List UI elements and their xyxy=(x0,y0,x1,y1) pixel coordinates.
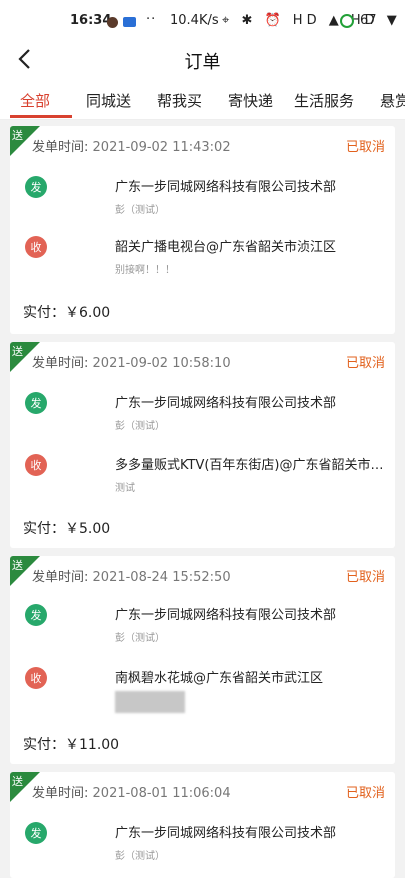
page-title: 订单 xyxy=(184,52,221,73)
status-bar: 16:34 ·· 10.4K/s ⌖ ✱ ⏰ HD ▲ HD ▼ 67 xyxy=(0,0,405,40)
receiver-address: 南枫碧水花城@广东省韶关市武江区 xyxy=(115,671,324,686)
battery-icon xyxy=(340,14,354,28)
order-time-row: 发单时间: 2021-08-24 15:52:50 xyxy=(32,566,231,585)
order-time: 2021-09-02 10:58:10 xyxy=(92,356,231,371)
sender-name: 彭（测试） xyxy=(115,421,165,432)
sender-address: 广东一步同城网络科技有限公司技术部 xyxy=(115,396,337,411)
order-status: 已取消 xyxy=(345,140,385,155)
order-time-row: 发单时间: 2021-08-01 11:06:04 xyxy=(32,782,231,801)
app-notification-icon xyxy=(107,17,118,28)
sender-name: 彭（测试） xyxy=(115,205,165,216)
receive-badge: 收 xyxy=(25,667,47,689)
tab-express[interactable]: 寄快递 xyxy=(228,90,273,111)
order-card[interactable]: 送 发单时间: 2021-09-02 11:43:02 已取消 发 广东一步同城… xyxy=(10,126,395,334)
order-price: 实付：￥6.00 xyxy=(23,305,111,321)
receiver-note: 测试 xyxy=(115,483,135,494)
order-card[interactable]: 送 发单时间: 2021-09-02 10:58:10 已取消 发 广东一步同城… xyxy=(10,342,395,548)
order-status: 已取消 xyxy=(345,570,385,585)
order-time-label: 发单时间: xyxy=(32,140,89,155)
sender-address: 广东一步同城网络科技有限公司技术部 xyxy=(115,608,337,623)
send-badge: 发 xyxy=(25,392,47,414)
sender-address: 广东一步同城网络科技有限公司技术部 xyxy=(115,180,337,195)
tab-buy-for-me[interactable]: 帮我买 xyxy=(157,90,202,111)
order-status: 已取消 xyxy=(345,356,385,371)
more-notifications-icon: ·· xyxy=(146,12,157,27)
order-time-label: 发单时间: xyxy=(32,570,89,585)
send-badge: 发 xyxy=(25,822,47,844)
sender-address: 广东一步同城网络科技有限公司技术部 xyxy=(115,826,337,841)
order-card[interactable]: 送 发单时间: 2021-08-24 15:52:50 已取消 发 广东一步同城… xyxy=(10,556,395,764)
receive-badge: 收 xyxy=(25,236,47,258)
send-badge: 发 xyxy=(25,604,47,626)
tab-bounty[interactable]: 悬赏 xyxy=(380,90,405,111)
status-time: 16:34 xyxy=(70,13,112,28)
delivery-tag: 送 xyxy=(12,345,23,358)
delivery-tag: 送 xyxy=(12,129,23,142)
order-time: 2021-08-24 15:52:50 xyxy=(92,570,231,585)
order-time-label: 发单时间: xyxy=(32,786,89,801)
tab-all[interactable]: 全部 xyxy=(20,90,50,111)
receive-badge: 收 xyxy=(25,454,47,476)
order-time: 2021-09-02 11:43:02 xyxy=(92,140,231,155)
sender-name: 彭（测试） xyxy=(115,851,165,862)
order-time-label: 发单时间: xyxy=(32,356,89,371)
receiver-address: 多多量贩式KTV(百年东街店)@广东省韶关市浈... xyxy=(115,458,385,473)
order-status: 已取消 xyxy=(345,786,385,801)
battery-level: 67 xyxy=(360,13,377,28)
order-tabs: 全部 同城送 帮我买 寄快递 生活服务 悬赏 xyxy=(0,80,405,120)
delivery-tag: 送 xyxy=(12,559,23,572)
card-notification-icon xyxy=(123,17,136,27)
app-header: 订单 xyxy=(0,40,405,80)
redacted-note xyxy=(115,691,185,713)
order-card[interactable]: 送 发单时间: 2021-08-01 11:06:04 已取消 发 广东一步同城… xyxy=(10,772,395,878)
tab-same-city[interactable]: 同城送 xyxy=(86,90,131,111)
order-price: 实付：￥11.00 xyxy=(23,737,120,753)
receiver-address: 韶关广播电视台@广东省韶关市浈江区 xyxy=(115,240,337,255)
sender-name: 彭（测试） xyxy=(115,633,165,644)
order-time-row: 发单时间: 2021-09-02 11:43:02 xyxy=(32,136,231,155)
network-speed: 10.4K/s xyxy=(170,13,219,28)
tab-life-services[interactable]: 生活服务 xyxy=(294,90,354,111)
delivery-tag: 送 xyxy=(12,775,23,788)
order-time: 2021-08-01 11:06:04 xyxy=(92,786,231,801)
receiver-note: 别接啊！！！ xyxy=(115,265,175,276)
order-price: 实付：￥5.00 xyxy=(23,521,111,537)
send-badge: 发 xyxy=(25,176,47,198)
order-time-row: 发单时间: 2021-09-02 10:58:10 xyxy=(32,352,231,371)
active-tab-indicator xyxy=(10,115,72,118)
